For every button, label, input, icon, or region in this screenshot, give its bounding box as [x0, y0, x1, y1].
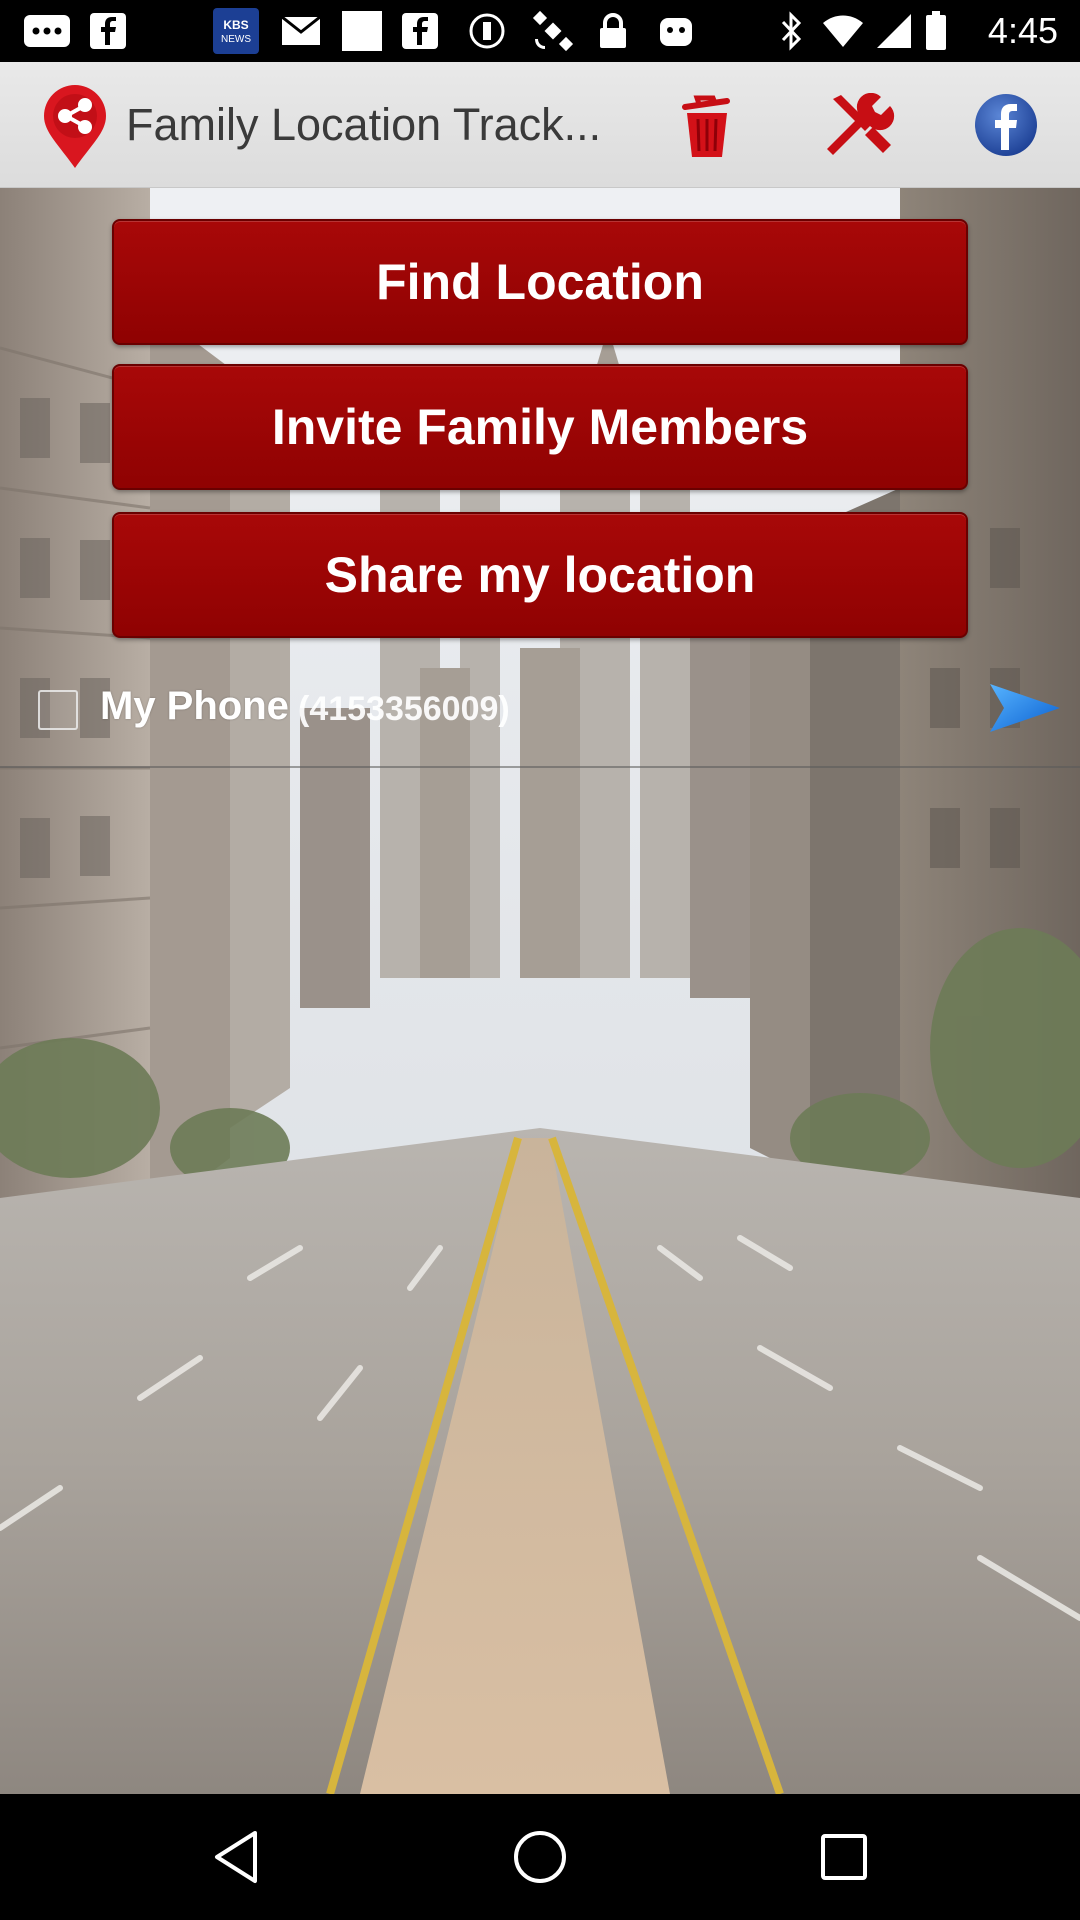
clock: 4:45 [987, 10, 1058, 51]
contact-name: My Phone [100, 684, 289, 728]
facebook-icon [88, 0, 128, 62]
invite-family-members-button[interactable]: Invite Family Members [112, 364, 968, 490]
wifi-icon [820, 0, 866, 62]
svg-text:NEWS: NEWS [221, 34, 251, 45]
app-bar: Family Location Track... [0, 62, 1080, 188]
share-my-location-button[interactable]: Share my location [112, 512, 968, 638]
signal-icon [874, 0, 914, 62]
screen: KBS NEWS 4:45 Family Location Track... F… [0, 0, 1080, 1920]
navigate-arrow-icon[interactable] [988, 682, 1062, 734]
facebook-icon [400, 0, 440, 62]
contact-checkbox[interactable] [38, 690, 78, 730]
tools-icon[interactable] [818, 88, 898, 162]
back-icon[interactable] [203, 1824, 269, 1890]
android-icon [656, 0, 696, 62]
svg-text:KBS: KBS [223, 18, 248, 32]
home-icon[interactable] [507, 1824, 573, 1890]
circle-icon [468, 0, 506, 62]
share-pin-icon[interactable] [40, 84, 110, 170]
square-icon [340, 0, 384, 62]
row-divider [0, 766, 1080, 768]
bluetooth-icon [776, 0, 806, 62]
navigation-bar [0, 1794, 1080, 1920]
lock-icon [596, 0, 630, 62]
contact-row[interactable]: My Phone (4153356009) [0, 678, 1080, 768]
app-title: Family Location Track... [126, 99, 602, 150]
contact-number: (4153356009) [298, 690, 510, 728]
facebook-icon[interactable] [966, 88, 1046, 162]
more-icon [22, 0, 72, 62]
recents-icon[interactable] [811, 1824, 877, 1890]
mail-icon [280, 0, 322, 62]
find-location-button[interactable]: Find Location [112, 219, 968, 345]
satellite-icon [530, 0, 576, 62]
battery-icon [924, 0, 948, 62]
trash-icon[interactable] [666, 88, 746, 162]
kbs-news-icon: KBS NEWS [212, 0, 260, 62]
status-bar: KBS NEWS 4:45 [0, 0, 1080, 62]
